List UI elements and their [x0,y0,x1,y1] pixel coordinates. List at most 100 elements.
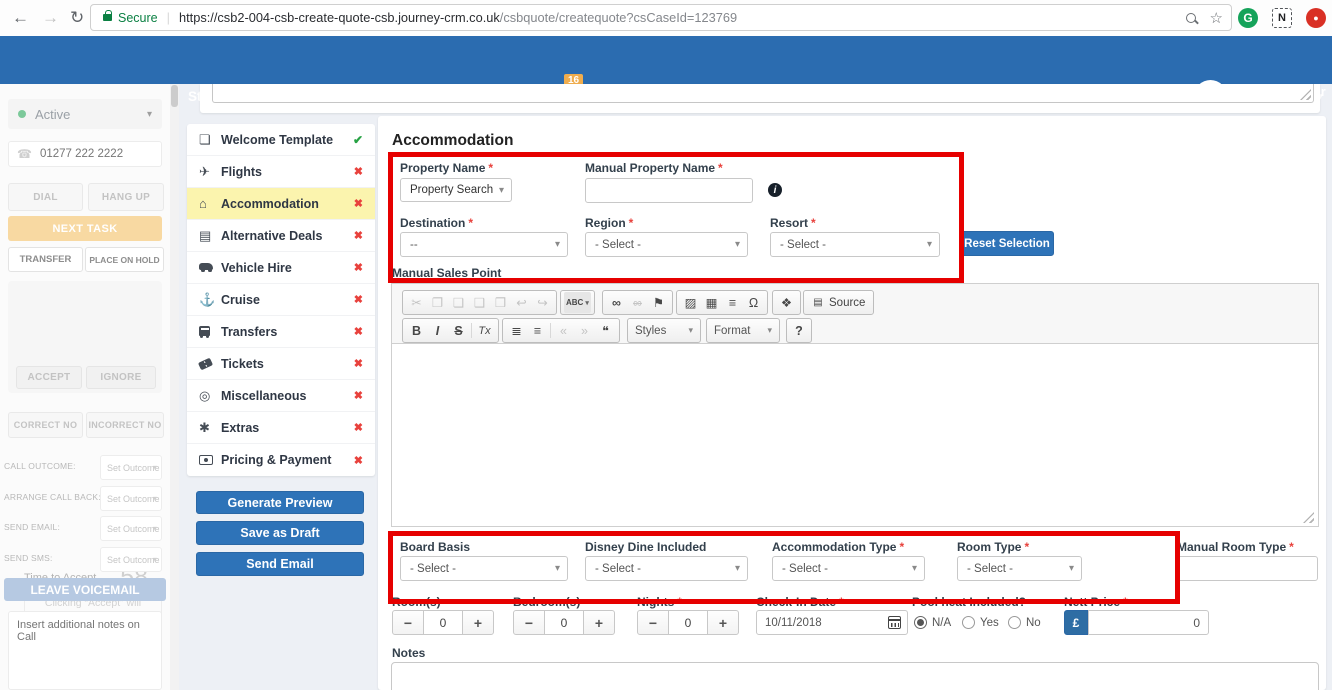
remove-format-button[interactable]: Tx [474,320,495,341]
horizontal-rule-icon[interactable]: ≡ [722,292,743,313]
copy-button[interactable]: ❐ [427,292,448,313]
place-on-hold-button[interactable]: PLACE ON HOLD [85,247,164,272]
redo-button[interactable]: ↪ [532,292,553,313]
link-icon[interactable]: ∞ [606,292,627,313]
bookmark-star-icon[interactable]: ☆ [1210,9,1223,27]
forward-icon[interactable]: → [42,8,59,28]
maximize-icon[interactable]: ❖ [776,292,797,313]
room-type-select[interactable]: - Select - [957,556,1082,581]
hang-up-button[interactable]: HANG UP [88,183,164,211]
arrange-call-back-select[interactable]: Set Outcome [100,486,162,511]
complete-check-icon: ✔ [352,132,363,147]
nav-item-flights[interactable]: ✈ Flights ✖ [187,156,375,188]
agent-status-select[interactable]: Active ▾ [8,99,162,129]
reload-icon[interactable]: ↻ [70,8,84,28]
pool-heat-radio-na[interactable]: N/A [914,616,951,629]
send-email-select[interactable]: Set Outcome [100,516,162,541]
resize-handle[interactable] [1300,89,1311,100]
format-dropdown[interactable]: Format [706,318,780,343]
nav-item-tickets[interactable]: Tickets ✖ [187,348,375,380]
help-button[interactable]: ? [786,318,812,343]
nav-item-extras[interactable]: ✱ Extras ✖ [187,412,375,444]
outdent-button[interactable]: « [553,320,574,341]
italic-button[interactable]: I [427,320,448,341]
insert-group: ▨ ▦ ≡ Ω [676,290,768,315]
accommodation-type-select[interactable]: - Select - [772,556,925,581]
leave-voicemail-button[interactable]: LEAVE VOICEMAIL [4,578,166,601]
zoom-icon[interactable] [1185,12,1196,23]
scrollbar-thumb[interactable] [171,85,178,107]
indent-button[interactable]: » [574,320,595,341]
paste-button[interactable]: ❏ [448,292,469,313]
bedrooms-plus-button[interactable]: + [583,610,615,635]
notes-textarea[interactable] [391,662,1319,690]
destination-select[interactable]: -- [400,232,568,257]
call-outcome-select[interactable]: Set Outcome [100,455,162,480]
nav-item-accommodation[interactable]: ⌂ Accommodation ✖ [187,188,375,220]
call-notes-textarea[interactable] [8,611,162,690]
blockquote-button[interactable]: ❝ [595,320,616,341]
nav-item-welcome-template[interactable]: ❏ Welcome Template ✔ [187,124,375,156]
generate-preview-button[interactable]: Generate Preview [196,491,364,514]
property-name-select[interactable]: Property Search [400,178,512,202]
url-bar[interactable]: Secure | https://csb2-004-csb-create-quo… [90,4,1232,31]
ignore-button[interactable]: IGNORE [86,366,156,389]
undo-button[interactable]: ↩ [511,292,532,313]
strikethrough-button[interactable]: S [448,320,469,341]
bulleted-list-button[interactable]: ≡ [527,320,548,341]
previous-section-textarea[interactable] [212,84,1314,103]
bold-button[interactable]: B [406,320,427,341]
manual-room-type-input[interactable] [1177,556,1318,581]
paste-word-button[interactable]: ❒ [490,292,511,313]
pool-heat-radio-no[interactable]: No [1008,616,1041,629]
paste-text-button[interactable]: ❑ [469,292,490,313]
info-icon[interactable]: i [768,183,782,197]
spellcheck-button[interactable]: ABC [564,292,591,313]
nav-item-miscellaneous[interactable]: ◎ Miscellaneous ✖ [187,380,375,412]
nights-minus-button[interactable]: − [637,610,669,635]
board-basis-select[interactable]: - Select - [400,556,568,581]
adblock-extension-icon[interactable]: ● [1306,8,1326,28]
next-task-button[interactable]: NEXT TASK [8,216,162,241]
check-in-date-input[interactable] [756,610,908,635]
note-extension-icon[interactable]: N [1272,8,1292,28]
table-icon[interactable]: ▦ [701,292,722,313]
region-select[interactable]: - Select - [585,232,748,257]
reset-selection-button[interactable]: Reset Selection [960,231,1054,256]
dial-button[interactable]: DIAL [8,183,83,211]
rooms-plus-button[interactable]: + [462,610,494,635]
resort-select[interactable]: - Select - [770,232,940,257]
incorrect-no-button[interactable]: INCORRECT NO [86,412,164,438]
anchor-flag-icon[interactable]: ⚑ [648,292,669,313]
nav-item-pricing-payment[interactable]: Pricing & Payment ✖ [187,444,375,476]
special-char-icon[interactable]: Ω [743,292,764,313]
accept-button[interactable]: ACCEPT [16,366,82,389]
send-sms-select[interactable]: Set Outcome [100,547,162,572]
nights-plus-button[interactable]: + [707,610,739,635]
phone-input[interactable] [37,147,153,161]
transfer-button[interactable]: TRANSFER [8,247,83,272]
numbered-list-button[interactable]: ≣ [506,320,527,341]
nav-item-transfers[interactable]: Transfers ✖ [187,316,375,348]
nav-item-vehicle-hire[interactable]: Vehicle Hire ✖ [187,252,375,284]
image-icon[interactable]: ▨ [680,292,701,313]
pool-heat-radio-yes[interactable]: Yes [962,616,999,629]
nett-price-input[interactable] [1088,610,1209,635]
bedrooms-minus-button[interactable]: − [513,610,545,635]
nav-item-alternative-deals[interactable]: ▤ Alternative Deals ✖ [187,220,375,252]
correct-no-button[interactable]: CORRECT NO [8,412,83,438]
nav-item-cruise[interactable]: ⚓ Cruise ✖ [187,284,375,316]
source-button[interactable]: ▤ Source [803,290,875,315]
styles-dropdown[interactable]: Styles [627,318,701,343]
disney-dine-select[interactable]: - Select - [585,556,748,581]
send-email-button[interactable]: Send Email [196,552,364,576]
cut-button[interactable]: ✂ [406,292,427,313]
unlink-icon[interactable]: ∞ [627,292,648,313]
manual-property-name-input[interactable] [585,178,753,203]
save-as-draft-button[interactable]: Save as Draft [196,521,364,545]
grammarly-extension-icon[interactable]: G [1238,8,1258,28]
calendar-icon[interactable] [888,616,901,629]
rooms-minus-button[interactable]: − [392,610,424,635]
back-icon[interactable]: ← [12,8,29,28]
scrollbar-track[interactable] [170,84,179,690]
